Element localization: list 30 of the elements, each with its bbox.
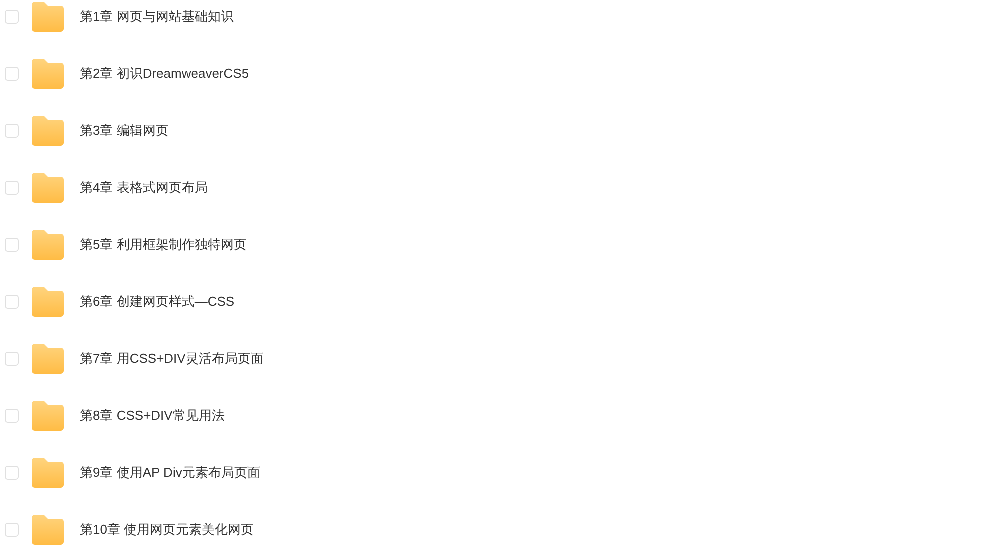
folder-icon xyxy=(32,515,64,545)
checkbox[interactable] xyxy=(5,10,19,24)
folder-name[interactable]: 第8章 CSS+DIV常见用法 xyxy=(80,406,225,426)
checkbox[interactable] xyxy=(5,181,19,195)
folder-icon xyxy=(32,401,64,431)
folder-icon xyxy=(32,287,64,317)
folder-icon xyxy=(32,458,64,488)
folder-name[interactable]: 第10章 使用网页元素美化网页 xyxy=(80,520,254,540)
checkbox[interactable] xyxy=(5,352,19,366)
folder-name[interactable]: 第2章 初识DreamweaverCS5 xyxy=(80,64,250,84)
folder-name[interactable]: 第9章 使用AP Div元素布局页面 xyxy=(80,463,260,483)
folder-name[interactable]: 第1章 网页与网站基础知识 xyxy=(80,7,234,27)
checkbox[interactable] xyxy=(5,124,19,138)
folder-name[interactable]: 第4章 表格式网页布局 xyxy=(80,178,208,198)
folder-icon xyxy=(32,116,64,146)
folder-name[interactable]: 第5章 利用框架制作独特网页 xyxy=(80,235,247,255)
folder-icon xyxy=(32,59,64,89)
folder-name[interactable]: 第7章 用CSS+DIV灵活布局页面 xyxy=(80,349,264,369)
folder-name[interactable]: 第6章 创建网页样式—CSS xyxy=(80,292,235,312)
folder-icon xyxy=(32,344,64,374)
checkbox[interactable] xyxy=(5,523,19,537)
checkbox[interactable] xyxy=(5,295,19,309)
checkbox[interactable] xyxy=(5,409,19,423)
checkbox[interactable] xyxy=(5,238,19,252)
checkbox[interactable] xyxy=(5,67,19,81)
checkbox[interactable] xyxy=(5,466,19,480)
folder-icon xyxy=(32,2,64,32)
folder-icon xyxy=(32,230,64,260)
folder-icon xyxy=(32,173,64,203)
folder-name[interactable]: 第3章 编辑网页 xyxy=(80,121,169,141)
